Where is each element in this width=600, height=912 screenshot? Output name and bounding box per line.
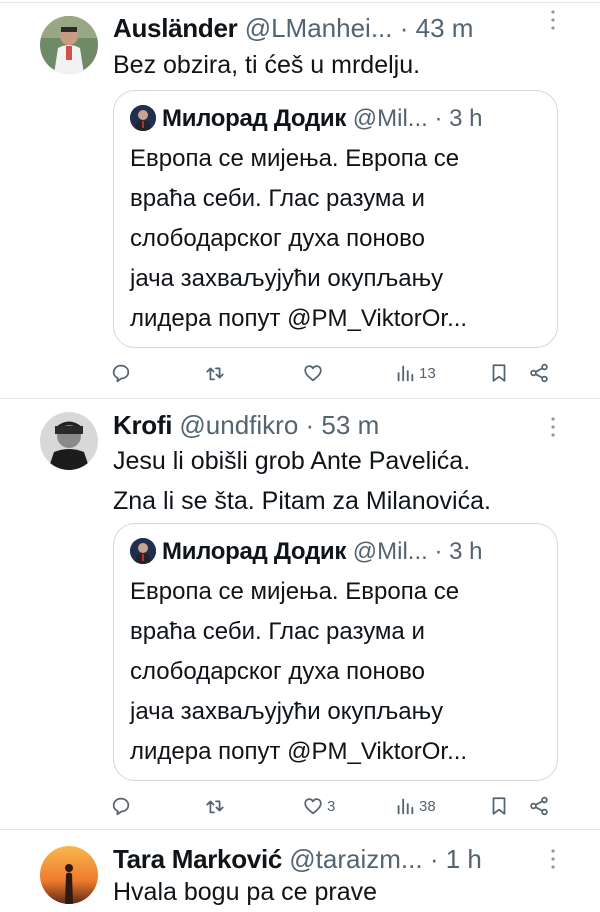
tweet-text: Hvala bogu pa ce prave <box>113 872 573 912</box>
author-name[interactable]: Ausländer <box>113 13 238 43</box>
quote-timestamp: · 3 h <box>434 105 483 132</box>
tweet-actions: 13 <box>110 358 560 388</box>
quote-text-line: Европа се мијења. Европа се <box>130 145 460 172</box>
quote-author-name: Милорад Додик <box>162 538 347 565</box>
share-button[interactable] <box>528 791 550 821</box>
quote-timestamp: · 3 h <box>434 538 483 565</box>
author-handle[interactable]: @taraizm... <box>289 844 422 874</box>
like-button[interactable]: 3 <box>302 791 335 821</box>
quote-text-line: враћа себи. Глас разума и <box>130 185 425 212</box>
author-name[interactable]: Tara Marković <box>113 844 282 874</box>
more-icon[interactable] <box>548 847 558 871</box>
quote-avatar <box>130 105 156 131</box>
tweet-text: Jesu li obišli grob Ante Pavelića. Zna l… <box>113 441 573 521</box>
avatar[interactable] <box>40 412 98 470</box>
avatar-image <box>40 846 98 904</box>
quote-text-line: слободарског духа поново <box>130 658 425 685</box>
quote-text-line: враћа себи. Глас разума и <box>130 618 425 645</box>
like-icon <box>304 798 322 815</box>
tweet-text-line: Bez obzira, ti ćeš u mrdelju. <box>113 51 421 79</box>
timestamp[interactable]: · 43 m <box>400 13 474 43</box>
quote-avatar <box>130 538 156 564</box>
views-count: 13 <box>419 364 436 382</box>
tweet-ausländer[interactable]: Ausländer @LManhei... · 43 m Bez obzira,… <box>0 0 600 398</box>
retweet-button[interactable] <box>204 358 229 388</box>
views-icon <box>397 798 414 815</box>
reply-icon <box>112 797 130 816</box>
tweet-header: Ausländer @LManhei... · 43 m <box>113 8 540 48</box>
tweet-krofi[interactable]: Krofi @undfikro · 53 m Jesu li obišli gr… <box>0 399 600 829</box>
like-button[interactable] <box>302 358 327 388</box>
timestamp[interactable]: · 1 h <box>430 844 482 874</box>
more-icon[interactable] <box>548 415 558 439</box>
quote-text-line: Европа се мијења. Европа се <box>130 578 460 605</box>
reply-icon <box>112 364 130 383</box>
bookmark-icon <box>492 364 506 382</box>
quote-text-line: лидера попут @PM_ViktorOr... <box>130 305 468 332</box>
like-count: 3 <box>327 797 336 815</box>
avatar[interactable] <box>40 846 98 904</box>
timestamp[interactable]: · 53 m <box>306 410 380 440</box>
quote-text-line: јача захваљујући окупљању <box>130 698 444 725</box>
tweet-tara-markovic[interactable]: Tara Marković @taraizm... · 1 h Hvala bo… <box>0 830 600 906</box>
views-button[interactable]: 38 <box>394 791 436 821</box>
views-count: 38 <box>419 797 436 815</box>
retweet-button[interactable] <box>204 791 229 821</box>
share-button[interactable] <box>528 358 550 388</box>
share-icon <box>530 796 548 816</box>
quote-author-handle: @Mil... <box>352 538 428 565</box>
quoted-tweet[interactable]: Милорад Додик @Mil... · 3 h Европа се ми… <box>113 90 558 348</box>
bookmark-button[interactable] <box>488 791 510 821</box>
like-icon <box>304 365 322 382</box>
retweet-icon <box>206 367 224 381</box>
tweet-actions: 3 38 <box>110 791 560 821</box>
avatar-image <box>40 412 98 470</box>
author-name[interactable]: Krofi <box>113 410 172 440</box>
quote-header: Милорад Додик @Mil... · 3 h <box>130 101 543 137</box>
avatar-image <box>40 16 98 74</box>
tweet-text-line: Zna li se šta. Pitam za Milanovića. <box>113 487 491 515</box>
tweet-text-line: Jesu li obišli grob Ante Pavelića. <box>113 447 471 475</box>
views-icon <box>397 365 414 382</box>
share-icon <box>530 363 548 383</box>
tweet-text-line: Hvala bogu pa ce prave <box>113 878 378 906</box>
tweet-text: Bez obzira, ti ćeš u mrdelju. <box>113 45 573 85</box>
bookmark-button[interactable] <box>488 358 510 388</box>
quoted-tweet[interactable]: Милорад Додик @Mil... · 3 h Европа се ми… <box>113 523 558 781</box>
quote-text: Европа се мијења. Европа се враћа себи. … <box>130 139 550 339</box>
bookmark-icon <box>492 797 506 815</box>
quote-text-line: лидера попут @PM_ViktorOr... <box>130 738 468 765</box>
quote-text-line: слободарског духа поново <box>130 225 425 252</box>
quote-header: Милорад Додик @Mil... · 3 h <box>130 534 543 570</box>
quote-author-handle: @Mil... <box>352 105 428 132</box>
author-handle[interactable]: @undfikro <box>179 410 298 440</box>
quote-author-name: Милорад Додик <box>162 105 347 132</box>
author-handle[interactable]: @LManhei... <box>245 13 393 43</box>
reply-button[interactable] <box>110 358 135 388</box>
avatar[interactable] <box>40 16 98 74</box>
retweet-icon <box>206 800 224 814</box>
tweet-header: Krofi @undfikro · 53 m <box>113 405 540 445</box>
quote-text: Европа се мијења. Европа се враћа себи. … <box>130 572 550 772</box>
reply-button[interactable] <box>110 791 135 821</box>
views-button[interactable]: 13 <box>394 358 436 388</box>
more-icon[interactable] <box>548 8 558 32</box>
quote-text-line: јача захваљујући окупљању <box>130 265 444 292</box>
